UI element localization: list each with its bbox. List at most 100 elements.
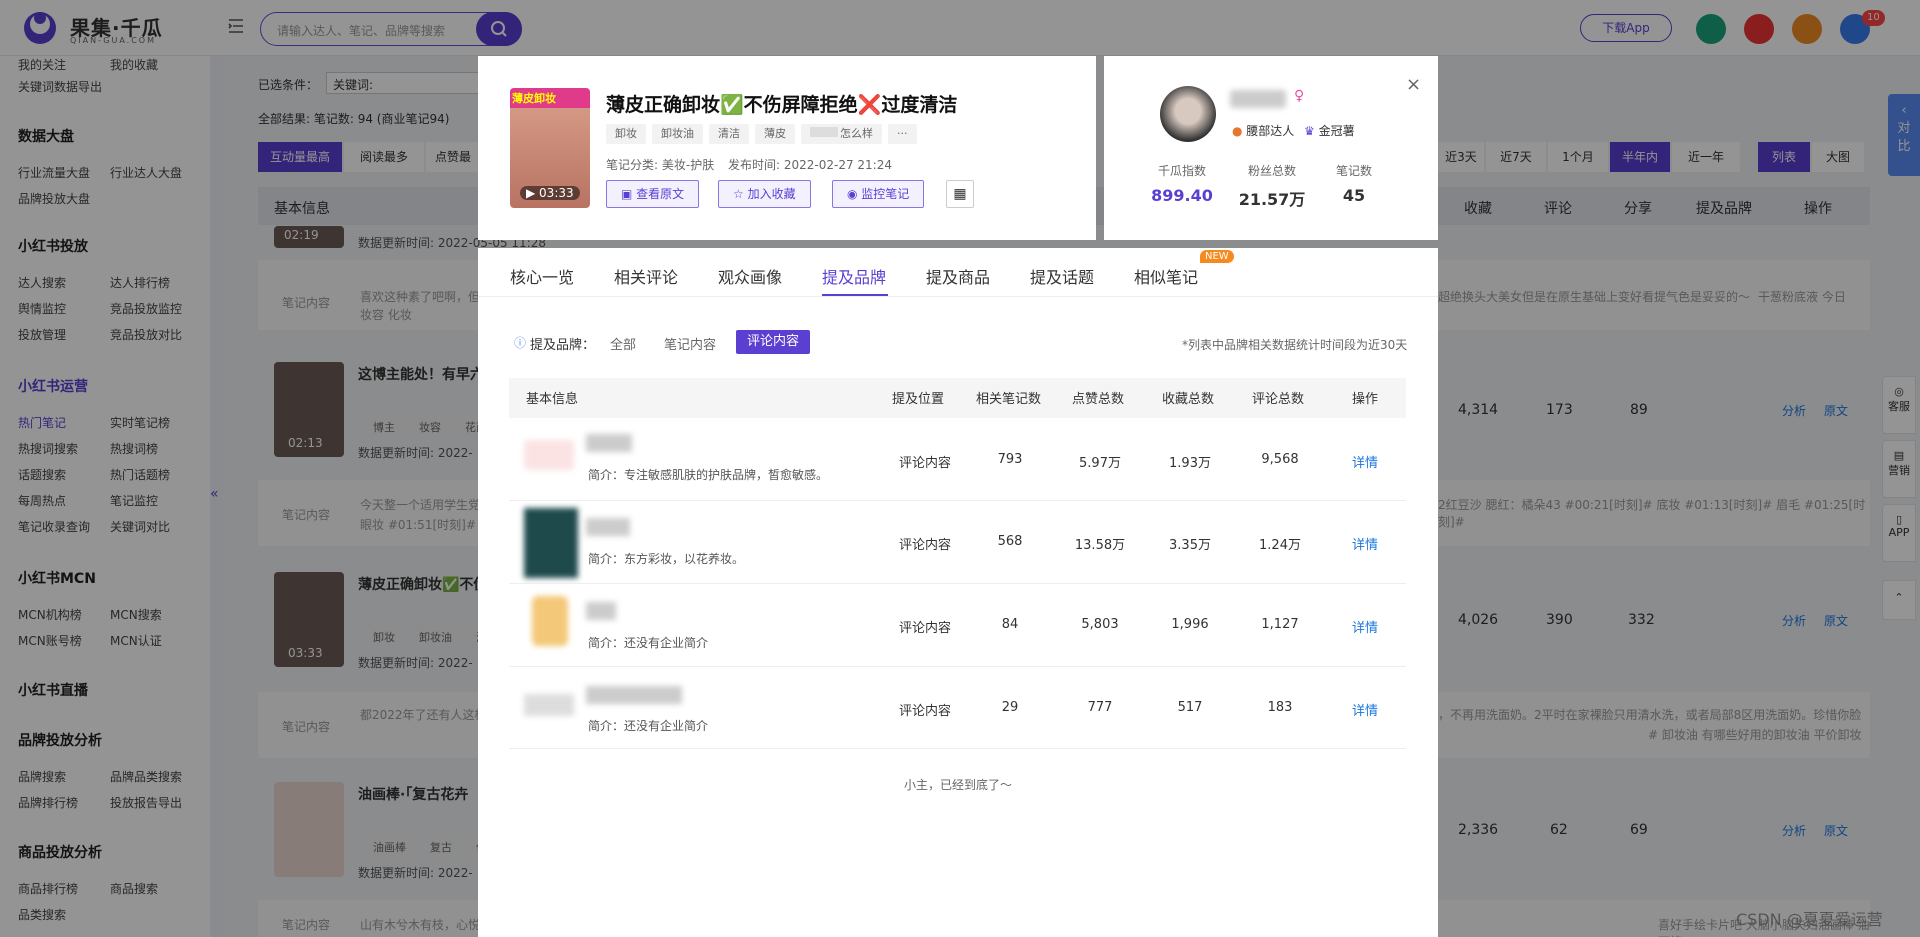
filter-note-content[interactable]: 笔记内容 xyxy=(664,334,716,353)
brand-detail-link[interactable]: 详情 xyxy=(1340,534,1390,553)
brand-logo[interactable] xyxy=(524,508,578,578)
brand-position: 评论内容 xyxy=(898,456,951,471)
brand-name[interactable] xyxy=(586,602,616,620)
note-info-card: 薄皮卸妆 ▶ 03:33 薄皮正确卸妆✅不伤屏障拒绝❌过度清洁 卸妆 卸妆油 清洁薄… xyxy=(478,56,1096,240)
note-category: 笔记分类: 美妆-护肤 xyxy=(606,158,715,172)
brand-comments: 1,127 xyxy=(1261,617,1299,632)
brand-likes: 13.58万 xyxy=(1074,538,1126,553)
monitor-note-button[interactable]: ◉ 监控笔记 xyxy=(832,180,925,208)
tab-audience[interactable]: 观众画像 xyxy=(718,264,782,288)
person-icon: ● xyxy=(1232,124,1247,138)
th-basic-info: 基本信息 xyxy=(526,392,579,407)
brand-intro: 简介：还没有企业简介 xyxy=(588,719,709,733)
brand-notes: 568 xyxy=(997,534,1023,549)
author-card: ♀ ● 腰部达人 ♛ 金冠薯 × 千瓜指数 899.40 粉丝总数 21.57万… xyxy=(1104,56,1438,240)
row-divider xyxy=(509,748,1406,749)
cover-text: 薄皮卸妆 xyxy=(510,88,590,108)
brand-likes: 777 xyxy=(1087,700,1113,715)
fans-total: 21.57万 xyxy=(1238,190,1306,209)
brand-name[interactable] xyxy=(586,686,682,704)
stat-label: 笔记数 xyxy=(1335,164,1372,178)
brand-filter-note: *列表中品牌相关数据统计时间段为近30天 xyxy=(1182,338,1408,352)
brand-likes: 5,803 xyxy=(1081,617,1119,632)
crown-icon: ♛ xyxy=(1304,124,1319,138)
filter-all[interactable]: 全部 xyxy=(610,334,636,353)
note-title: 薄皮正确卸妆✅不伤屏障拒绝❌过度清洁 xyxy=(606,94,958,116)
brand-favs: 1.93万 xyxy=(1169,456,1211,471)
tab-similar-notes[interactable]: 相似笔记 xyxy=(1134,264,1198,288)
female-icon: ♀ xyxy=(1294,88,1305,104)
brand-favs: 1,996 xyxy=(1171,617,1209,632)
th-comments: 评论总数 xyxy=(1252,392,1305,407)
view-original-button[interactable]: ▣ 查看原文 xyxy=(606,180,700,208)
author-role: ● 腰部达人 xyxy=(1232,124,1295,138)
qiangua-index: 899.40 xyxy=(1151,186,1213,205)
info-icon[interactable]: ⓘ xyxy=(514,334,526,351)
note-publish-time: 发布时间: 2022-02-27 21:24 xyxy=(728,158,892,172)
brand-notes: 84 xyxy=(1001,617,1019,632)
brand-intro: 简介：专注敏感肌肤的护肤品牌，皙愈敏感。 xyxy=(588,468,829,482)
brand-comments: 1.24万 xyxy=(1259,538,1301,553)
brand-logo[interactable] xyxy=(532,596,568,646)
brand-filter-label: 提及品牌： xyxy=(530,338,596,353)
brand-name[interactable] xyxy=(586,434,632,452)
brand-comments: 183 xyxy=(1267,700,1293,715)
notes-total: 45 xyxy=(1342,186,1366,205)
brand-favs: 3.35万 xyxy=(1169,538,1211,553)
brand-detail-link[interactable]: 详情 xyxy=(1340,617,1390,636)
tab-divider xyxy=(478,296,1438,297)
note-cover[interactable]: 薄皮卸妆 ▶ 03:33 xyxy=(510,88,590,208)
watermark: CSDN @夏夏爱运营 xyxy=(1736,910,1883,929)
book-icon: ▣ xyxy=(621,187,637,201)
play-icon: ▶ xyxy=(526,186,540,200)
tab-overview[interactable]: 核心一览 xyxy=(510,264,574,288)
th-position: 提及位置 xyxy=(892,392,945,407)
note-tag[interactable]: 怎么样 xyxy=(801,124,882,144)
row-divider xyxy=(509,500,1406,501)
new-badge: NEW xyxy=(1200,250,1234,263)
row-divider xyxy=(509,666,1406,667)
tab-products[interactable]: 提及商品 xyxy=(926,264,990,288)
brand-comments: 9,568 xyxy=(1261,452,1299,467)
close-icon[interactable]: × xyxy=(1406,74,1421,95)
th-favs: 收藏总数 xyxy=(1162,392,1215,407)
cover-duration: ▶ 03:33 xyxy=(520,186,580,200)
end-of-list: 小主，已经到底了～ xyxy=(903,778,1012,792)
author-level: ♛ 金冠薯 xyxy=(1304,124,1355,138)
stat-label: 粉丝总数 xyxy=(1247,164,1296,178)
author-avatar[interactable] xyxy=(1160,86,1216,142)
th-likes: 点赞总数 xyxy=(1072,392,1125,407)
brand-notes: 793 xyxy=(997,452,1023,467)
qrcode-icon[interactable]: ▦ xyxy=(946,180,974,208)
location-icon: ◉ xyxy=(847,187,862,201)
brand-name[interactable] xyxy=(586,518,630,536)
brand-likes: 5.97万 xyxy=(1079,456,1121,471)
note-tag[interactable]: 清洁 xyxy=(709,124,749,144)
more-tags-button[interactable]: ··· xyxy=(888,124,917,144)
add-favorite-button[interactable]: ☆ 加入收藏 xyxy=(718,180,811,208)
filter-comment-content[interactable]: 评论内容 xyxy=(736,330,810,354)
note-tag[interactable]: 卸妆 xyxy=(606,124,646,144)
brand-detail-link[interactable]: 详情 xyxy=(1340,700,1390,719)
brand-intro: 简介：还没有企业简介 xyxy=(588,636,709,650)
star-icon: ☆ xyxy=(733,187,748,201)
stat-label: 千瓜指数 xyxy=(1157,164,1206,178)
brand-logo[interactable] xyxy=(524,440,574,470)
brand-position: 评论内容 xyxy=(898,621,951,636)
brand-notes: 29 xyxy=(1001,700,1019,715)
note-tag[interactable]: 卸妆油 xyxy=(652,124,703,144)
row-divider xyxy=(509,583,1406,584)
brand-intro: 简介：东方彩妆，以花养妆。 xyxy=(588,552,745,566)
note-tag[interactable]: 薄皮 xyxy=(755,124,795,144)
tab-brands[interactable]: 提及品牌 xyxy=(822,264,886,288)
brand-detail-link[interactable]: 详情 xyxy=(1340,452,1390,471)
th-action: 操作 xyxy=(1352,392,1379,407)
tab-topics[interactable]: 提及话题 xyxy=(1030,264,1094,288)
author-name[interactable] xyxy=(1230,90,1286,108)
brand-position: 评论内容 xyxy=(898,538,951,553)
brand-favs: 517 xyxy=(1177,700,1203,715)
brand-position: 评论内容 xyxy=(898,704,951,719)
th-notes: 相关笔记数 xyxy=(976,392,1042,407)
brand-logo[interactable] xyxy=(524,694,574,716)
tab-comments[interactable]: 相关评论 xyxy=(614,264,678,288)
